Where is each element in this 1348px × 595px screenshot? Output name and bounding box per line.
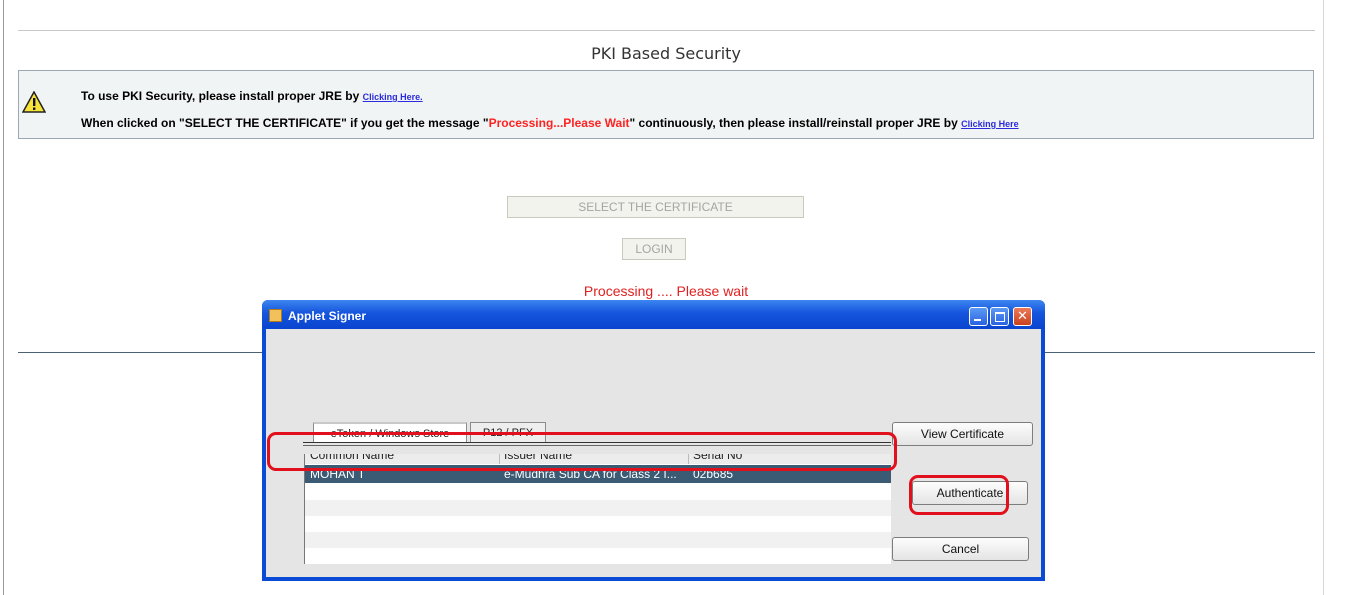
page-title: PKI Based Security bbox=[591, 44, 741, 63]
install-jre-link[interactable]: Clicking Here. bbox=[363, 92, 423, 102]
highlight-selected-certificate bbox=[267, 432, 897, 471]
processing-status: Processing .... Please wait bbox=[583, 283, 749, 299]
dialog-title-bar[interactable]: Applet Signer ✕ bbox=[262, 300, 1045, 329]
warning-icon bbox=[22, 91, 46, 113]
table-row-empty bbox=[305, 500, 891, 516]
notice-line-2-text-b: " continuously, then please install/rein… bbox=[629, 116, 958, 130]
view-certificate-button[interactable]: View Certificate bbox=[892, 422, 1033, 446]
dialog-title: Applet Signer bbox=[288, 309, 367, 323]
select-certificate-button[interactable]: SELECT THE CERTIFICATE bbox=[507, 196, 804, 218]
notice-processing-text: Processing...Please Wait bbox=[488, 116, 630, 130]
notice-line-1: To use PKI Security, please install prop… bbox=[81, 89, 423, 103]
table-row-empty bbox=[305, 532, 891, 548]
reinstall-jre-link[interactable]: Clicking Here bbox=[961, 119, 1019, 129]
minimize-button[interactable] bbox=[969, 307, 988, 326]
middle-divider-right bbox=[1045, 352, 1315, 353]
top-divider bbox=[18, 30, 1315, 31]
jre-notice-box: To use PKI Security, please install prop… bbox=[18, 70, 1314, 139]
java-app-icon bbox=[269, 309, 282, 322]
notice-line-2: When clicked on "SELECT THE CERTIFICATE"… bbox=[81, 116, 1019, 130]
notice-line-1-text: To use PKI Security, please install prop… bbox=[81, 89, 360, 103]
maximize-button[interactable] bbox=[990, 307, 1009, 326]
login-button[interactable]: LOGIN bbox=[622, 238, 686, 260]
notice-line-2-text-a: When clicked on "SELECT THE CERTIFICATE"… bbox=[81, 116, 489, 130]
middle-divider-left bbox=[18, 352, 262, 353]
highlight-authenticate bbox=[909, 475, 1009, 515]
cancel-button[interactable]: Cancel bbox=[892, 537, 1029, 561]
close-button[interactable]: ✕ bbox=[1013, 307, 1032, 326]
